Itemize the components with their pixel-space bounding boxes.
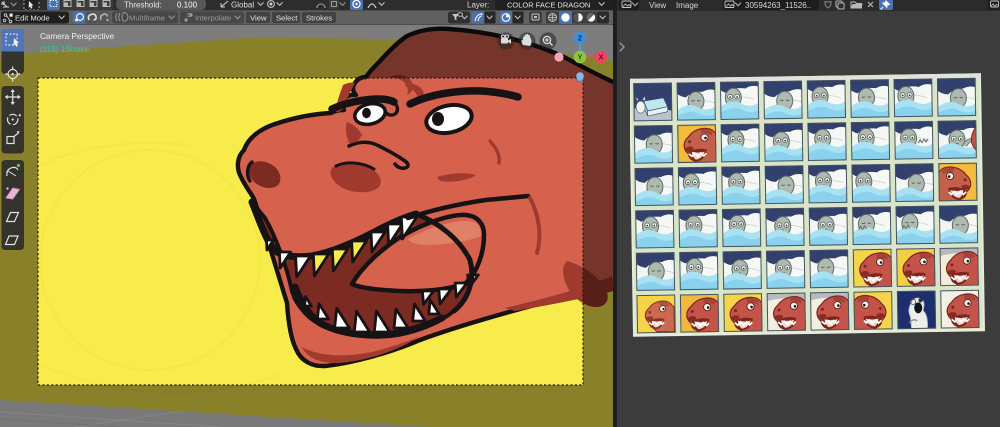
svg-text:Interpolate: Interpolate <box>195 14 231 23</box>
svg-text:Select: Select <box>276 13 298 22</box>
svg-text:30594263_11526..: 30594263_11526.. <box>745 1 811 10</box>
svg-text:Image: Image <box>676 1 699 10</box>
svg-text:Y: Y <box>578 55 583 62</box>
svg-text:View: View <box>649 1 666 10</box>
svg-text:COLOR FACE DRAGON: COLOR FACE DRAGON <box>507 0 590 9</box>
svg-text:Camera Perspective: Camera Perspective <box>40 32 115 41</box>
svg-text:Layer:: Layer: <box>467 1 489 10</box>
svg-text:Threshold:: Threshold: <box>124 1 162 10</box>
svg-text:0.100: 0.100 <box>177 1 198 10</box>
svg-text:X: X <box>599 55 604 62</box>
svg-text:Multiframe: Multiframe <box>129 14 165 23</box>
svg-text:Global: Global <box>231 1 254 10</box>
svg-text:Strokes: Strokes <box>306 13 332 22</box>
svg-text:(115) 1Stroke: (115) 1Stroke <box>40 45 89 54</box>
svg-text:Z: Z <box>578 36 583 43</box>
svg-text:Edit Mode: Edit Mode <box>15 14 50 23</box>
svg-text:View: View <box>250 13 267 22</box>
